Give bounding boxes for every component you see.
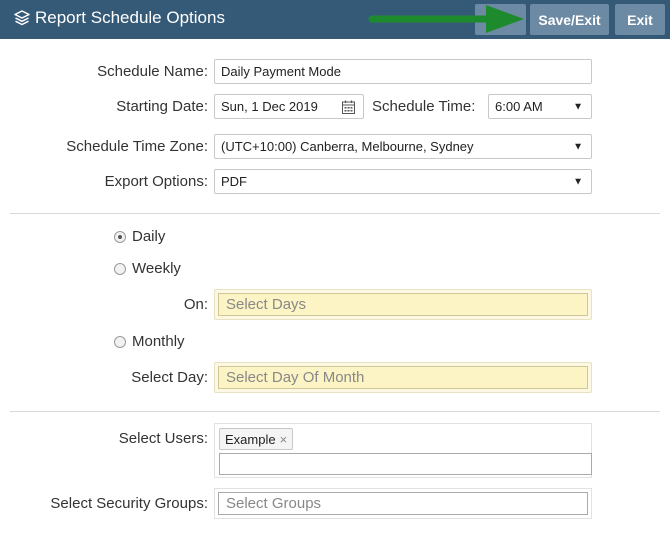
user-tag: Example × — [219, 428, 294, 450]
page-title-text: Report Schedule Options — [35, 8, 225, 27]
daily-radio[interactable] — [114, 230, 126, 243]
header-bar: Report Schedule Options Save/Exit Exit — [0, 0, 670, 39]
export-options-label: Export Options: — [104, 173, 208, 190]
exit-button[interactable]: Exit — [615, 4, 665, 35]
select-day-of-month-field[interactable]: Select Day Of Month — [214, 362, 592, 393]
on-label: On: — [183, 296, 208, 313]
daily-radio-option[interactable]: Daily — [114, 228, 165, 245]
select-users-label: Select Users: — [118, 430, 208, 447]
remove-tag-icon[interactable]: × — [280, 432, 288, 447]
user-tag-label: Example — [225, 431, 276, 447]
select-days-field[interactable]: Select Days — [214, 289, 592, 320]
chevron-down-icon: ▼ — [573, 141, 583, 152]
daily-label: Daily — [132, 228, 166, 245]
page-title: Report Schedule Options — [14, 8, 225, 28]
chevron-down-icon: ▼ — [573, 176, 583, 187]
chevron-down-icon: ▼ — [573, 101, 583, 112]
schedule-time-select[interactable]: 6:00 AM ▼ — [488, 94, 592, 119]
arrow-annotation-icon — [368, 5, 524, 33]
schedule-time-value: 6:00 AM — [495, 99, 543, 114]
weekly-label: Weekly — [132, 260, 181, 277]
schedule-name-input[interactable]: Daily Payment Mode — [214, 59, 592, 84]
monthly-label: Monthly — [132, 333, 185, 350]
layers-icon — [14, 10, 30, 26]
select-users-field[interactable]: Example × — [214, 423, 592, 478]
calendar-icon[interactable] — [342, 100, 355, 114]
select-groups-input[interactable]: Select Groups — [218, 492, 588, 515]
monthly-radio-option[interactable]: Monthly — [114, 333, 185, 350]
select-groups-field[interactable]: Select Groups — [214, 488, 592, 519]
time-zone-value: (UTC+10:00) Canberra, Melbourne, Sydney — [221, 139, 474, 154]
export-options-select[interactable]: PDF ▼ — [214, 169, 592, 194]
select-days-input[interactable]: Select Days — [218, 293, 588, 316]
select-security-groups-label: Select Security Groups: — [50, 495, 208, 512]
weekly-radio-option[interactable]: Weekly — [114, 260, 181, 277]
select-day-label: Select Day: — [131, 369, 208, 386]
section-divider — [10, 411, 660, 412]
select-users-input[interactable] — [219, 453, 592, 475]
time-zone-select[interactable]: (UTC+10:00) Canberra, Melbourne, Sydney … — [214, 134, 592, 159]
export-options-value: PDF — [221, 174, 247, 189]
starting-date-label: Starting Date: — [116, 98, 208, 115]
time-zone-label: Schedule Time Zone: — [66, 138, 208, 155]
schedule-time-label: Schedule Time: — [372, 98, 476, 115]
schedule-name-label: Schedule Name: — [97, 63, 208, 80]
monthly-radio[interactable] — [114, 335, 126, 348]
section-divider — [10, 213, 660, 214]
starting-date-value: Sun, 1 Dec 2019 — [221, 99, 318, 114]
weekly-radio[interactable] — [114, 262, 126, 275]
starting-date-input[interactable]: Sun, 1 Dec 2019 — [214, 94, 364, 119]
save-exit-button[interactable]: Save/Exit — [530, 4, 609, 35]
select-day-of-month-input[interactable]: Select Day Of Month — [218, 366, 588, 389]
